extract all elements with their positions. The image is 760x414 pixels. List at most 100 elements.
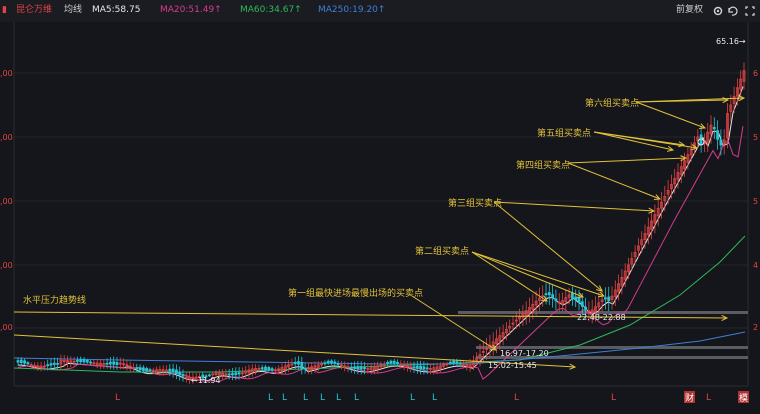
candle-body [267,367,271,371]
group4-label: 第四组买卖点 [516,159,570,171]
candle-body [326,360,330,364]
bottom-marker[interactable]: L [115,393,120,403]
candle-body [237,372,241,375]
candle-body [303,367,307,370]
candle-body [89,361,92,364]
range-label: 16.97-17.20 [500,349,549,358]
candle-body [49,363,53,366]
candle-body [716,130,719,140]
candle-body [425,367,429,370]
arrow-line [567,157,687,164]
candle-body [392,360,396,364]
candle-body [554,298,558,302]
expand-icon[interactable] [744,5,756,17]
candle-body [389,360,393,364]
candle-body [270,368,274,371]
candle-body [580,301,584,307]
candle-body [138,367,142,371]
right-axis-label: 4 [753,261,758,270]
candle-body [356,366,360,370]
ma60-value: MA60:34.67↑ [240,5,302,15]
left-axis-label: ,00 [0,133,13,142]
candle-body [458,362,462,365]
kline-chart[interactable]: ,00 ,00 ,00 ,00 ,00 6 5 5 4 2 65.16→ ←11… [0,22,760,414]
bottom-marker[interactable]: L [514,393,519,403]
candle-body [105,362,109,365]
candle-body [79,359,83,363]
candle-body [422,366,426,370]
arrow-line [471,251,605,297]
candle-body [607,296,611,302]
left-axis-label: ,00 [0,261,13,270]
bottom-marker[interactable]: L [282,393,287,403]
candle-body [171,368,175,373]
low-price-label: ←11.94 [191,376,221,385]
stock-name[interactable]: 昆仑万维 [16,4,52,16]
candle-body [719,139,723,146]
candle-body [109,361,112,365]
candle-body [353,366,357,369]
ma5-line [17,86,744,382]
adjust-select[interactable]: 前复权 [676,4,703,16]
bottom-marker[interactable]: L [432,393,437,403]
bottom-marker[interactable]: 财 [685,392,694,404]
candle-body [359,366,363,370]
ma5-value: MA5:58.75 [92,5,141,15]
arrow-line [635,101,706,129]
bottom-marker[interactable]: L [611,393,616,403]
bottom-marker[interactable]: L [268,393,273,403]
candle-body [52,362,56,365]
bottom-marker[interactable]: L [303,393,308,403]
candle-body [293,361,297,365]
candle-body [300,361,304,370]
bottom-marker[interactable]: 模 [739,393,748,404]
bottom-marker[interactable]: L [410,393,415,403]
candle-body [135,367,139,370]
candle-body [415,365,419,369]
left-axis-label: ,00 [0,197,13,206]
group6-label: 第六组买卖点 [585,97,639,109]
candle-body [323,362,327,365]
right-axis-label: 2 [753,323,758,332]
candle-body [349,366,353,369]
candle-body [604,297,607,300]
left-axis-label: ,00 [0,69,13,78]
high-price-label: 65.16→ [716,37,746,46]
candle-body [455,361,459,364]
candle-body [551,294,554,299]
arrow-line [593,131,698,149]
bottom-marker[interactable]: L [336,393,341,403]
ma20-value: MA20:51.49↑ [160,5,222,15]
chart-mode[interactable]: 均线 [64,4,82,16]
arrow-line [471,251,548,302]
candle-body [181,374,185,377]
trendline-label: 水平压力趋势线 [23,294,86,306]
candle-body [699,134,703,145]
candle-body [234,372,238,376]
candle-body [419,365,423,370]
bottom-marker[interactable]: L [706,393,711,403]
bottom-marker[interactable]: L [354,393,359,403]
range-label: 15.02-15.45 [488,361,537,370]
undo-icon[interactable] [726,5,738,17]
candle-body [571,292,574,300]
arrow-line [411,295,497,351]
bottom-marker[interactable]: L [320,393,325,403]
menu-icon[interactable]: ▮ [2,4,7,16]
candle-body [46,364,50,367]
candle-body [584,306,587,311]
chart-grid [13,22,749,387]
candle-body [452,360,456,364]
left-axis-label: ,00 [0,323,13,332]
group5-label: 第五组买卖点 [537,127,591,139]
candle-body [76,359,79,362]
group2-label: 第二组买卖点 [415,245,469,257]
candle-body [544,293,548,296]
arrow-line [593,131,674,151]
chart-window: ▮ 昆仑万维 均线 MA5:58.75 MA20:51.49↑ MA60:34.… [0,0,760,414]
candle-body [577,297,581,303]
candle-body [85,360,89,363]
chart-header: ▮ 昆仑万维 均线 MA5:58.75 MA20:51.49↑ MA60:34.… [0,0,760,22]
gear-icon[interactable] [712,5,724,17]
candle-body [19,359,23,364]
